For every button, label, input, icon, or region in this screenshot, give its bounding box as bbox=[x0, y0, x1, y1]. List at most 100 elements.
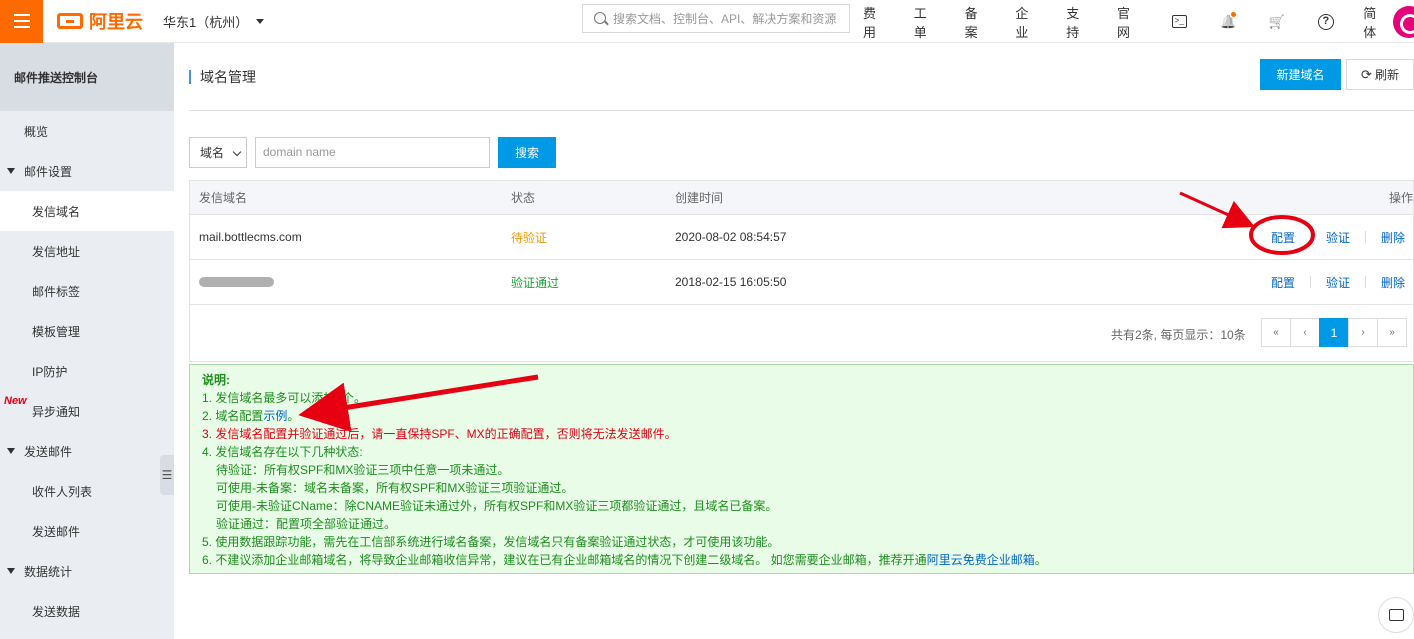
col-header-created: 创建时间 bbox=[675, 191, 724, 205]
aliyun-logo-icon bbox=[57, 13, 83, 29]
chat-icon bbox=[1388, 609, 1404, 621]
sidebar-item-templates[interactable]: 模板管理 bbox=[0, 311, 174, 351]
sidebar-item-sender-address[interactable]: 发信地址 bbox=[0, 231, 174, 271]
sidebar-group-statistics[interactable]: 数据统计 bbox=[0, 551, 174, 591]
first-page-button[interactable]: « bbox=[1261, 318, 1291, 347]
note-line-6-prefix: 6. 不建议添加企业邮箱域名，将导致企业邮箱收信异常，建议在已有企业邮箱域名的情… bbox=[202, 553, 927, 567]
note-line-2-suffix: 。 bbox=[287, 409, 300, 423]
caret-down-icon bbox=[7, 448, 15, 454]
top-nav: 费用 工单 备案 企业 支持 官网 >_ 🔔 🛒 ? 简体 bbox=[863, 0, 1414, 43]
domain-table: 发信域名 状态 创建时间 操作 mail.bottlecms.com 待验证 2… bbox=[189, 180, 1414, 362]
sidebar-item-overview[interactable]: 概览 bbox=[0, 111, 174, 151]
bell-icon[interactable]: 🔔 bbox=[1217, 10, 1240, 34]
note-line-4d: 验证通过：配置项全部验证通过。 bbox=[216, 517, 397, 531]
global-search-input[interactable]: 搜索文档、控制台、API、解决方案和资源 bbox=[582, 4, 850, 33]
chevron-down-icon bbox=[256, 18, 265, 24]
next-page-button[interactable]: › bbox=[1348, 318, 1378, 347]
language-switch[interactable]: 简体 bbox=[1363, 3, 1388, 41]
cart-icon[interactable]: 🛒 bbox=[1266, 10, 1289, 34]
aliyun-logo[interactable]: 阿里云 bbox=[57, 8, 143, 34]
note-line-3: 3. 发信域名配置并验证通过后，请一直保持SPF、MX的正确配置，否则将无法发送… bbox=[202, 427, 677, 441]
refresh-button[interactable]: ⟳ 刷新 bbox=[1346, 59, 1414, 90]
pagination: « ‹ 1 › » bbox=[1261, 318, 1407, 347]
chevron-down-icon bbox=[232, 147, 242, 156]
domain-search-placeholder: domain name bbox=[263, 145, 336, 159]
configure-link[interactable]: 配置 bbox=[1256, 229, 1310, 246]
sidebar-item-label: 发送邮件 bbox=[24, 444, 73, 459]
created-cell: 2020-08-02 08:54:57 bbox=[675, 230, 787, 244]
example-link[interactable]: 示例 bbox=[263, 409, 287, 423]
configure-link[interactable]: 配置 bbox=[1256, 274, 1310, 291]
new-domain-button[interactable]: 新建域名 bbox=[1260, 59, 1341, 90]
created-cell: 2018-02-15 16:05:50 bbox=[675, 275, 787, 289]
row-actions: 配置 验证 删除 bbox=[1256, 229, 1413, 246]
sidebar-item-label: 概览 bbox=[24, 124, 49, 139]
note-line-1: 1. 发信域名最多可以添加5个。 bbox=[202, 391, 367, 405]
page-1-button[interactable]: 1 bbox=[1319, 318, 1349, 347]
sidebar-collapse-handle[interactable]: ☰ bbox=[160, 455, 174, 495]
pagination-row: 共有2条, 每页显示：10条 « ‹ 1 › » bbox=[190, 305, 1413, 361]
domain-cell: mail.bottlecms.com bbox=[199, 230, 302, 244]
verify-link[interactable]: 验证 bbox=[1311, 229, 1365, 246]
sidebar-item-label: 发送邮件 bbox=[32, 524, 81, 539]
sidebar-item-mail-tags[interactable]: 邮件标签 bbox=[0, 271, 174, 311]
nav-enterprise[interactable]: 企业 bbox=[1015, 3, 1040, 41]
note-line-4a: 待验证：所有权SPF和MX验证三项中任意一项未通过。 bbox=[216, 463, 510, 477]
search-button[interactable]: 搜索 bbox=[498, 136, 556, 168]
free-enterprise-mail-link[interactable]: 阿里云免费企业邮箱 bbox=[927, 553, 1035, 567]
brand-name: 阿里云 bbox=[89, 12, 143, 32]
help-icon[interactable]: ? bbox=[1314, 10, 1337, 34]
note-line-5: 5. 使用数据跟踪功能，需先在工信部系统进行域名备案，发信域名只有备案验证通过状… bbox=[202, 535, 780, 549]
table-header: 发信域名 状态 创建时间 操作 bbox=[190, 181, 1413, 215]
nav-official-site[interactable]: 官网 bbox=[1117, 3, 1142, 41]
sidebar-group-send-mail[interactable]: 发送邮件 bbox=[0, 431, 174, 471]
terminal-icon[interactable]: >_ bbox=[1168, 10, 1191, 34]
row-actions: 配置 验证 删除 bbox=[1256, 274, 1413, 291]
page-header: 域名管理 新建域名 ⟳ 刷新 bbox=[189, 43, 1414, 111]
sidebar-item-send-data[interactable]: 发送数据 bbox=[0, 591, 174, 631]
sidebar-item-ip-protection[interactable]: IP防护 bbox=[0, 351, 174, 391]
region-selector[interactable]: 华东1（杭州） bbox=[163, 12, 265, 31]
hamburger-menu-icon[interactable] bbox=[0, 0, 43, 43]
cart-glyph: 🛒 bbox=[1268, 13, 1286, 29]
caret-down-icon bbox=[7, 568, 15, 574]
region-label: 华东1（杭州） bbox=[163, 14, 249, 30]
note-line-4: 4. 发信域名存在以下几种状态: bbox=[202, 445, 363, 459]
nav-icp[interactable]: 备案 bbox=[965, 3, 990, 41]
chat-support-button[interactable] bbox=[1378, 597, 1414, 633]
search-icon bbox=[594, 12, 606, 24]
notes-panel: 说明: 1. 发信域名最多可以添加5个。 2. 域名配置示例。 3. 发信域名配… bbox=[189, 364, 1414, 574]
note-line-4b: 可使用-未备案：域名未备案，所有权SPF和MX验证三项验证通过。 bbox=[216, 481, 574, 495]
nav-fees[interactable]: 费用 bbox=[863, 3, 888, 41]
status-cell: 待验证 bbox=[511, 230, 548, 245]
terminal-glyph: >_ bbox=[1171, 15, 1187, 28]
sidebar-item-send-mail[interactable]: 发送邮件 bbox=[0, 511, 174, 551]
note-line-6: 6. 不建议添加企业邮箱域名，将导致企业邮箱收信异常，建议在已有企业邮箱域名的情… bbox=[202, 551, 1401, 569]
delete-link[interactable]: 删除 bbox=[1366, 274, 1413, 291]
last-page-button[interactable]: » bbox=[1377, 318, 1407, 347]
notes-heading: 说明: bbox=[202, 373, 230, 387]
sidebar-group-mail-settings[interactable]: 邮件设置 bbox=[0, 151, 174, 191]
sidebar-item-label: 邮件标签 bbox=[32, 284, 81, 299]
table-row: mail.bottlecms.com 待验证 2020-08-02 08:54:… bbox=[190, 215, 1413, 260]
sidebar-item-async-notify[interactable]: New 异步通知 bbox=[0, 391, 174, 431]
nav-tickets[interactable]: 工单 bbox=[914, 3, 939, 41]
sidebar-item-label: 发送数据 bbox=[32, 604, 81, 619]
title-accent-bar bbox=[189, 69, 191, 84]
main-content: 域名管理 新建域名 ⟳ 刷新 域名 domain name 搜索 发信域名 状态… bbox=[189, 43, 1414, 574]
sidebar-title: 邮件推送控制台 bbox=[0, 43, 174, 111]
filter-field-select[interactable]: 域名 bbox=[189, 136, 247, 168]
pagination-summary: 共有2条, 每页显示：10条 bbox=[1111, 328, 1246, 342]
col-header-domain: 发信域名 bbox=[199, 191, 248, 205]
caret-down-icon bbox=[7, 168, 15, 174]
prev-page-button[interactable]: ‹ bbox=[1290, 318, 1320, 347]
domain-search-input[interactable]: domain name bbox=[255, 136, 490, 168]
note-line-2: 2. 域名配置示例。 bbox=[202, 407, 1401, 425]
verify-link[interactable]: 验证 bbox=[1311, 274, 1365, 291]
sidebar: 邮件推送控制台 概览 邮件设置 发信域名 发信地址 邮件标签 模板管理 IP防护… bbox=[0, 43, 174, 639]
sidebar-item-sender-domain[interactable]: 发信域名 bbox=[0, 191, 174, 231]
delete-link[interactable]: 删除 bbox=[1366, 229, 1413, 246]
help-glyph: ? bbox=[1317, 13, 1334, 30]
nav-support[interactable]: 支持 bbox=[1066, 3, 1091, 41]
sidebar-item-recipient-list[interactable]: 收件人列表 bbox=[0, 471, 174, 511]
